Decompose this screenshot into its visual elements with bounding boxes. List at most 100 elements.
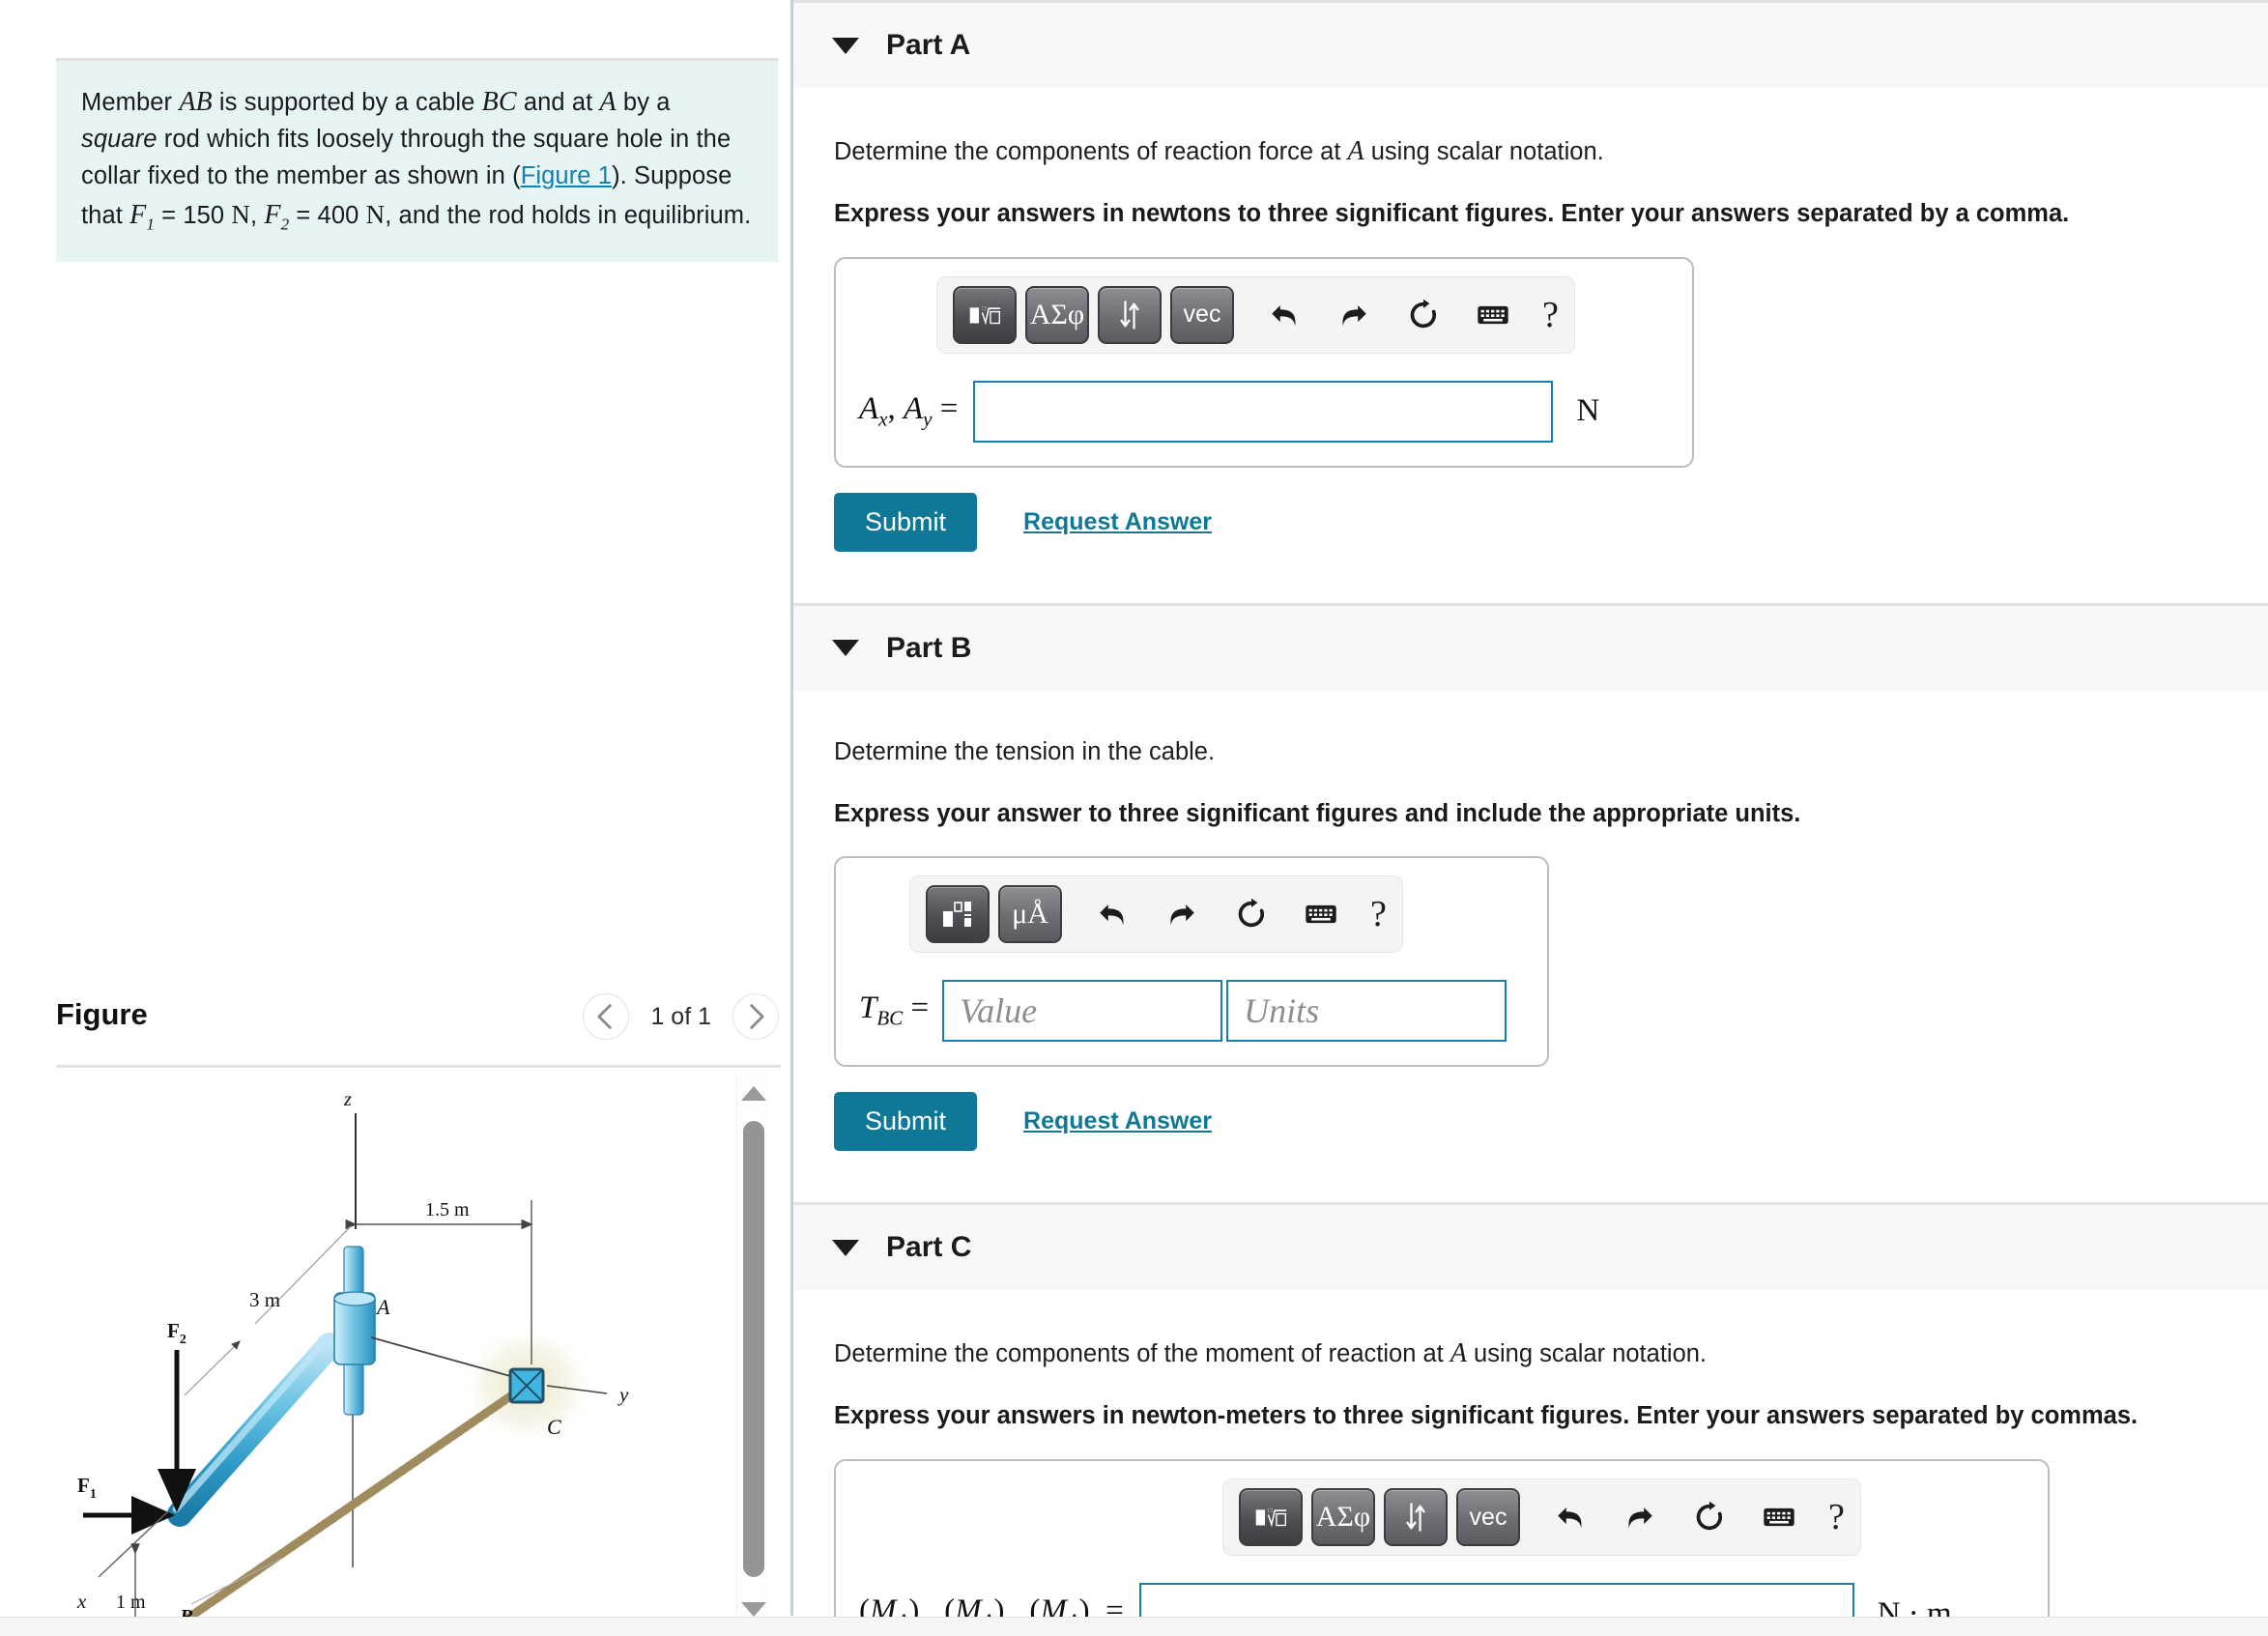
help-button[interactable]: ? <box>1370 893 1387 935</box>
math-BC: BC <box>481 87 517 117</box>
caret-down-icon[interactable] <box>832 37 859 54</box>
vector-button[interactable]: vec <box>1456 1488 1520 1547</box>
figure-next-button[interactable] <box>732 993 779 1040</box>
part-a-body: Determine the components of reaction for… <box>793 132 2268 552</box>
reset-button[interactable] <box>1395 287 1451 343</box>
reset-button[interactable] <box>1223 886 1279 942</box>
keyboard-icon <box>1764 1507 1794 1527</box>
dim-label-3m: 3 m <box>249 1288 280 1311</box>
redo-button[interactable] <box>1154 886 1210 942</box>
part-c-toolbar: □ ΑΣφ vec ? <box>1222 1478 1861 1557</box>
greek-letters-icon: ΑΣφ <box>1315 1501 1371 1534</box>
redo-icon <box>1170 904 1194 926</box>
unit-template-icon <box>943 902 971 928</box>
arrow-updown-button[interactable] <box>1098 285 1162 344</box>
triangle-up-icon <box>741 1085 766 1101</box>
greek-symbol-button[interactable]: ΑΣφ <box>1025 285 1089 344</box>
help-button[interactable]: ? <box>1828 1496 1845 1538</box>
vector-icon: vec <box>1183 301 1221 329</box>
reset-icon <box>1410 299 1436 329</box>
part-a-instruction: Express your answers in newtons to three… <box>834 200 2070 228</box>
page-root: Member AB is supported by a cable BC and… <box>0 0 2268 1636</box>
svg-text:□: □ <box>982 305 986 312</box>
figure-navigation: 1 of 1 <box>583 993 779 1040</box>
updown-arrows-icon <box>1120 301 1139 330</box>
math-A: A <box>599 87 617 117</box>
part-a-label: Part A <box>886 29 971 61</box>
dim-label-1m: 1 m <box>116 1592 146 1613</box>
math-template-button[interactable]: □ <box>1239 1488 1303 1547</box>
undo-button[interactable] <box>1256 287 1312 343</box>
part-a-header[interactable]: Part A <box>793 0 2268 88</box>
figure-scrollbar[interactable] <box>736 1075 769 1627</box>
part-b-body: Determine the tension in the cable. Expr… <box>793 734 2268 1152</box>
redo-button[interactable] <box>1326 287 1382 343</box>
keyboard-icon <box>1478 305 1508 325</box>
part-b-header[interactable]: Part B <box>793 602 2268 691</box>
arrow-updown-button[interactable] <box>1384 1488 1448 1547</box>
statics-diagram: z 1.5 m 3 m A y C F2 F1 x 1 m <box>76 1089 629 1627</box>
help-button[interactable]: ? <box>1542 294 1559 336</box>
part-b-submit-button[interactable]: Submit <box>834 1092 978 1152</box>
redo-button[interactable] <box>1612 1489 1668 1545</box>
unit-symbol-button[interactable]: μÅ <box>998 885 1062 944</box>
undo-button[interactable] <box>1084 886 1140 942</box>
part-b-answer-box: μÅ ? TBC = Value Units <box>834 856 1549 1068</box>
greek-symbol-button[interactable]: ΑΣφ <box>1311 1488 1375 1547</box>
figure-1-link[interactable]: Figure 1 <box>521 162 612 189</box>
undo-icon <box>1272 304 1296 327</box>
part-a-button-row: Submit Request Answer <box>834 492 2268 552</box>
figure-prev-button[interactable] <box>583 993 630 1040</box>
part-a-answer-input[interactable] <box>973 380 1554 443</box>
vector-button[interactable]: vec <box>1170 285 1234 344</box>
unit-newton-2: N <box>365 199 386 229</box>
part-a-submit-button[interactable]: Submit <box>834 492 978 552</box>
force-label-F2: F2 <box>167 1319 187 1347</box>
figure-title: Figure <box>56 997 148 1031</box>
keyboard-button[interactable] <box>1293 886 1349 942</box>
chevron-left-icon <box>597 1004 613 1029</box>
problem-pane: Member AB is supported by a cable BC and… <box>0 0 790 1636</box>
part-b-value-input[interactable]: Value <box>942 980 1223 1043</box>
part-a-field-row: Ax, Ay = N <box>836 380 1692 443</box>
math-template-button[interactable]: □ <box>953 285 1017 344</box>
part-a-question-math: A <box>1347 136 1364 166</box>
force-label-F1: F1 <box>77 1474 97 1502</box>
part-b-request-answer-link[interactable]: Request Answer <box>1023 1107 1212 1135</box>
units-template-button[interactable] <box>926 885 990 944</box>
axis-label-y: y <box>617 1383 629 1406</box>
problem-statement-box: Member AB is supported by a cable BC and… <box>56 58 778 262</box>
part-b-label: Part B <box>886 631 972 664</box>
part-c-question-math: A <box>1450 1338 1467 1369</box>
unit-newton-1: N <box>231 199 250 229</box>
point-label-C: C <box>547 1415 561 1439</box>
caret-down-icon[interactable] <box>832 1239 859 1256</box>
reset-button[interactable] <box>1681 1489 1737 1545</box>
figure-divider <box>56 1065 781 1068</box>
keyboard-button[interactable] <box>1465 287 1521 343</box>
part-c-label: Part C <box>886 1231 972 1264</box>
part-b-instruction: Express your answer to three significant… <box>834 799 1801 827</box>
part-a-toolbar: □ ΑΣφ vec ? <box>936 275 1575 354</box>
undo-icon <box>1100 904 1124 926</box>
math-F1: F1 <box>129 199 155 234</box>
vector-icon: vec <box>1469 1503 1507 1531</box>
updown-arrows-icon <box>1406 1503 1425 1532</box>
part-b-field-row: TBC = Value Units <box>836 980 1547 1043</box>
dim-label-1_5m: 1.5 m <box>425 1199 470 1220</box>
keyboard-button[interactable] <box>1751 1489 1807 1545</box>
part-c-body: Determine the components of the moment o… <box>793 1335 2268 1636</box>
part-a-field-label: Ax, Ay = <box>859 391 959 431</box>
part-c-header[interactable]: Part C <box>793 1202 2268 1291</box>
math-F2: F2 <box>264 199 290 234</box>
figure-scrollbar-thumb[interactable] <box>743 1121 764 1577</box>
part-b-units-input[interactable]: Units <box>1226 980 1507 1043</box>
radical-template-icon: □ <box>1255 1507 1287 1528</box>
part-c-question: Determine the components of the moment o… <box>793 1335 2268 1372</box>
figure-viewport[interactable]: z 1.5 m 3 m A y C F2 F1 x 1 m <box>56 1075 732 1627</box>
undo-button[interactable] <box>1542 1489 1598 1545</box>
part-a-request-answer-link[interactable]: Request Answer <box>1023 508 1212 536</box>
figure-scroll-up-button[interactable] <box>737 1076 770 1109</box>
figure-header: Figure 1 of 1 <box>56 991 781 1059</box>
caret-down-icon[interactable] <box>832 640 859 657</box>
